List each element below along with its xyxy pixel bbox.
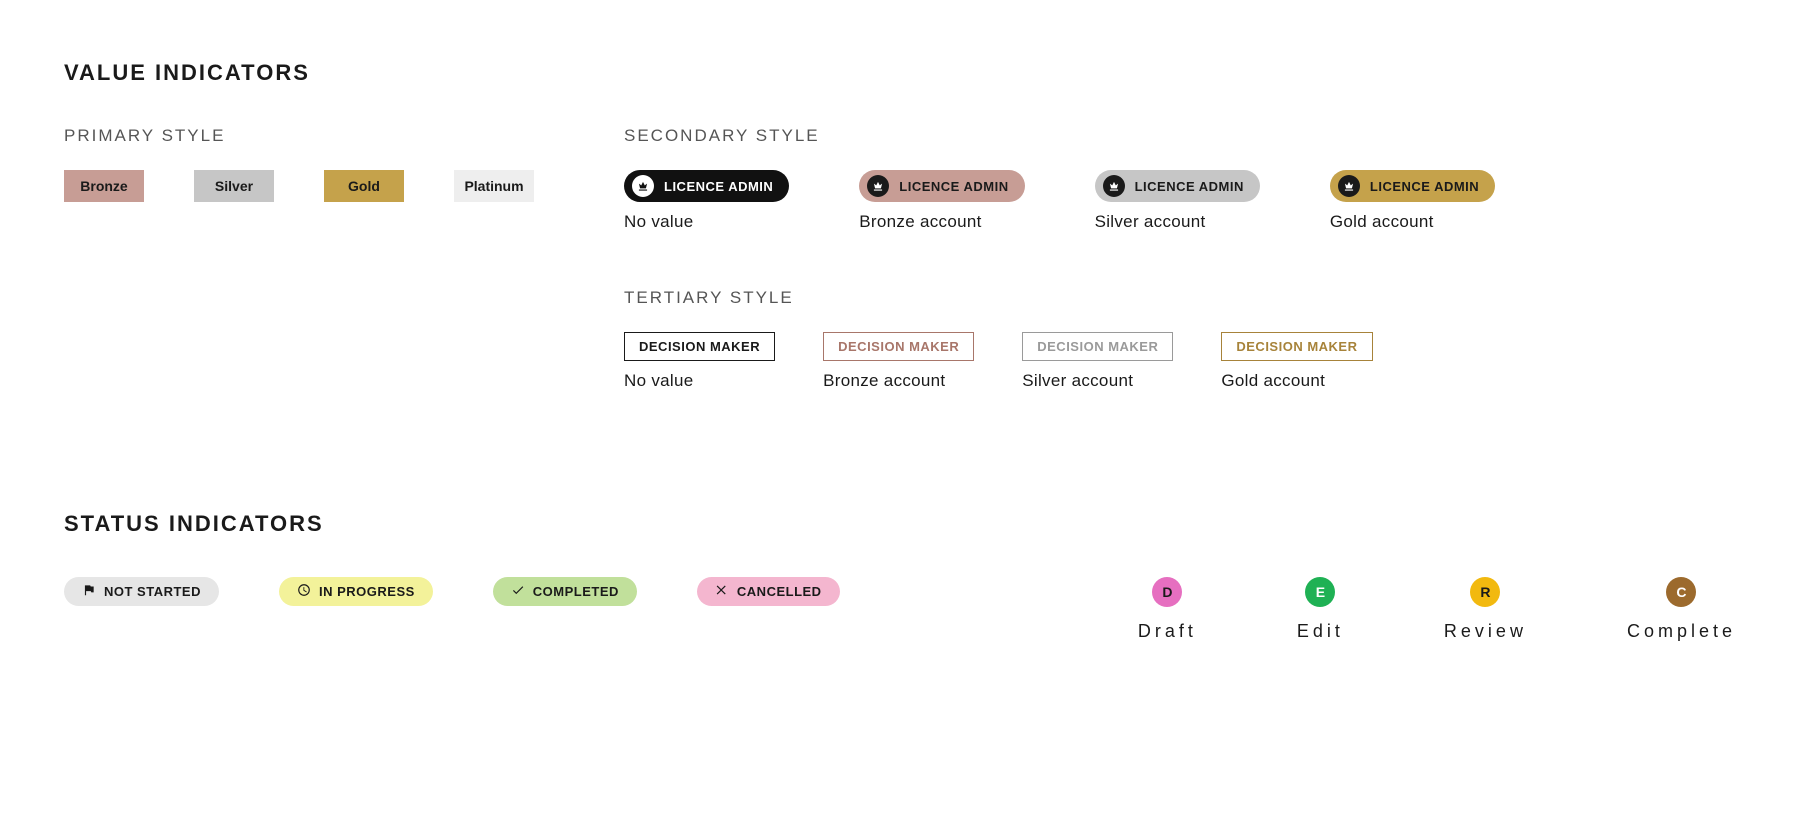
tertiary-tag-row: DECISION MAKER No value DECISION MAKER B… xyxy=(624,332,1736,391)
licence-admin-pill-silver: LICENCE ADMIN xyxy=(1095,170,1260,202)
close-icon xyxy=(715,583,729,600)
stage-label: Edit xyxy=(1297,621,1344,642)
tag-block-silver: DECISION MAKER Silver account xyxy=(1022,332,1173,391)
stage-label: Review xyxy=(1444,621,1527,642)
status-row: NOT STARTED IN PROGRESS COMPLETED CANCEL… xyxy=(64,577,1736,642)
swatch-bronze: Bronze xyxy=(64,170,144,202)
swatch-gold: Gold xyxy=(324,170,404,202)
value-indicators-title: VALUE INDICATORS xyxy=(64,60,1736,86)
status-label: CANCELLED xyxy=(737,584,822,599)
flag-icon xyxy=(82,583,96,600)
tag-block-novalue: DECISION MAKER No value xyxy=(624,332,775,391)
check-icon xyxy=(511,583,525,600)
stage-dot-edit: E xyxy=(1305,577,1335,607)
crown-icon xyxy=(1103,175,1125,197)
stage-draft: D Draft xyxy=(1138,577,1197,642)
pill-block-novalue: LICENCE ADMIN No value xyxy=(624,170,789,232)
secondary-style-label: SECONDARY STYLE xyxy=(624,126,1736,146)
pill-block-silver: LICENCE ADMIN Silver account xyxy=(1095,170,1260,232)
pill-caption: No value xyxy=(624,212,789,232)
pill-caption: Bronze account xyxy=(859,212,1024,232)
decision-maker-tag-bronze: DECISION MAKER xyxy=(823,332,974,361)
crown-icon xyxy=(867,175,889,197)
primary-swatch-row: Bronze Silver Gold Platinum xyxy=(64,170,564,202)
tag-caption: Silver account xyxy=(1022,371,1173,391)
status-pill-not-started: NOT STARTED xyxy=(64,577,219,606)
licence-admin-pill-bronze: LICENCE ADMIN xyxy=(859,170,1024,202)
status-label: COMPLETED xyxy=(533,584,619,599)
decision-maker-tag-gold: DECISION MAKER xyxy=(1221,332,1372,361)
primary-style-label: PRIMARY STYLE xyxy=(64,126,564,146)
clock-icon xyxy=(297,583,311,600)
tag-caption: No value xyxy=(624,371,775,391)
pill-label: LICENCE ADMIN xyxy=(1370,179,1479,194)
decision-maker-tag-novalue: DECISION MAKER xyxy=(624,332,775,361)
pill-label: LICENCE ADMIN xyxy=(899,179,1008,194)
tag-caption: Gold account xyxy=(1221,371,1372,391)
stage-label: Complete xyxy=(1627,621,1736,642)
pill-label: LICENCE ADMIN xyxy=(1135,179,1244,194)
status-pill-in-progress: IN PROGRESS xyxy=(279,577,433,606)
tertiary-style-label: TERTIARY STYLE xyxy=(624,288,1736,308)
tag-block-bronze: DECISION MAKER Bronze account xyxy=(823,332,974,391)
pill-caption: Gold account xyxy=(1330,212,1495,232)
stage-complete: C Complete xyxy=(1627,577,1736,642)
decision-maker-tag-silver: DECISION MAKER xyxy=(1022,332,1173,361)
tag-caption: Bronze account xyxy=(823,371,974,391)
status-label: NOT STARTED xyxy=(104,584,201,599)
licence-admin-pill-gold: LICENCE ADMIN xyxy=(1330,170,1495,202)
stage-edit: E Edit xyxy=(1297,577,1344,642)
stage-label: Draft xyxy=(1138,621,1197,642)
crown-icon xyxy=(1338,175,1360,197)
value-indicators-grid: PRIMARY STYLE Bronze Silver Gold Platinu… xyxy=(64,126,1736,391)
pill-label: LICENCE ADMIN xyxy=(664,179,773,194)
status-pill-completed: COMPLETED xyxy=(493,577,637,606)
swatch-platinum: Platinum xyxy=(454,170,534,202)
licence-admin-pill-novalue: LICENCE ADMIN xyxy=(624,170,789,202)
swatch-silver: Silver xyxy=(194,170,274,202)
pill-block-bronze: LICENCE ADMIN Bronze account xyxy=(859,170,1024,232)
stage-dot-review: R xyxy=(1470,577,1500,607)
stage-dot-draft: D xyxy=(1152,577,1182,607)
crown-icon xyxy=(632,175,654,197)
pill-block-gold: LICENCE ADMIN Gold account xyxy=(1330,170,1495,232)
tag-block-gold: DECISION MAKER Gold account xyxy=(1221,332,1372,391)
status-pill-cancelled: CANCELLED xyxy=(697,577,840,606)
status-label: IN PROGRESS xyxy=(319,584,415,599)
pill-caption: Silver account xyxy=(1095,212,1260,232)
stage-dot-complete: C xyxy=(1666,577,1696,607)
secondary-pill-row: LICENCE ADMIN No value LICENCE ADMIN Bro… xyxy=(624,170,1736,232)
status-indicators-title: STATUS INDICATORS xyxy=(64,511,1736,537)
stage-review: R Review xyxy=(1444,577,1527,642)
stage-row: D Draft E Edit R Review C Complete xyxy=(1138,577,1736,642)
